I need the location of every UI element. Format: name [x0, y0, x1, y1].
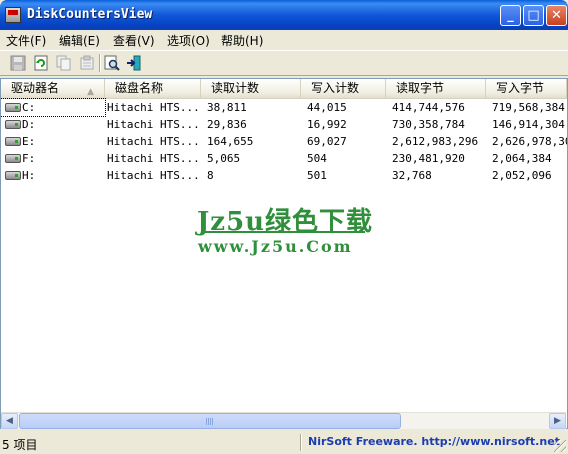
- cell-write-count: 504: [307, 152, 327, 165]
- table-row[interactable]: C: Hitachi HTS... 38,811 44,015 414,744,…: [1, 98, 567, 117]
- cell-read-count: 164,655: [207, 135, 254, 148]
- cell-write-bytes: 2,052,096: [492, 169, 552, 182]
- refresh-icon[interactable]: [33, 55, 49, 71]
- column-header-write-bytes[interactable]: 写入字节: [486, 79, 567, 98]
- cell-write-bytes: 2,626,978,304: [492, 135, 567, 148]
- find-icon[interactable]: [104, 55, 120, 71]
- cell-read-count: 5,065: [207, 152, 241, 165]
- scroll-grip: [206, 418, 214, 425]
- hard-drive-icon: [5, 120, 21, 129]
- table-row[interactable]: D: Hitachi HTS... 29,836 16,992 730,358,…: [1, 116, 567, 133]
- column-header-disk-name[interactable]: 磁盘名称: [105, 79, 201, 98]
- maximize-button[interactable]: □: [523, 5, 544, 26]
- item-count: 5 项目: [2, 438, 38, 452]
- menu-view[interactable]: 查看(V): [113, 32, 155, 49]
- menu-file[interactable]: 文件(F): [6, 32, 46, 49]
- column-header-read-count[interactable]: 读取计数: [201, 79, 301, 98]
- minimize-button[interactable]: _: [500, 5, 521, 26]
- status-bar: 5 项目 NirSoft Freeware. http://www.nirsof…: [0, 431, 568, 454]
- cell-read-bytes: 2,612,983,296: [392, 135, 479, 148]
- cell-disk-name: Hitachi HTS...: [107, 101, 199, 114]
- scroll-right-arrow-icon[interactable]: ▶: [549, 413, 566, 429]
- window-title: DiskCountersView: [27, 7, 153, 22]
- cell-drive: C:: [1, 98, 106, 117]
- cell-disk-name: Hitachi HTS...: [107, 152, 199, 165]
- nirsoft-link[interactable]: NirSoft Freeware. http://www.nirsoft.net: [308, 435, 560, 448]
- column-header-read-bytes[interactable]: 读取字节: [386, 79, 486, 98]
- close-button[interactable]: ✕: [546, 5, 567, 26]
- app-icon: [5, 7, 21, 23]
- save-icon[interactable]: [10, 55, 26, 71]
- scroll-left-arrow-icon[interactable]: ◀: [1, 413, 18, 429]
- table-row[interactable]: H: Hitachi HTS... 8 501 32,768 2,052,096: [1, 167, 567, 184]
- drive-letter: H:: [22, 169, 36, 182]
- drive-letter: D:: [22, 118, 36, 131]
- toolbar: [0, 50, 568, 76]
- app-window: DiskCountersView _ □ ✕ 文件(F) 编辑(E) 查看(V)…: [0, 0, 568, 454]
- menu-options[interactable]: 选项(O): [167, 32, 210, 49]
- horizontal-scrollbar[interactable]: ◀ ▶: [1, 412, 566, 429]
- cell-write-count: 501: [307, 169, 327, 182]
- cell-read-count: 29,836: [207, 118, 247, 131]
- hard-drive-icon: [5, 137, 21, 146]
- list-header: 驱动器名 ▲ 磁盘名称 读取计数 写入计数 读取字节 写入字节: [1, 79, 567, 99]
- cell-read-bytes: 32,768: [392, 169, 432, 182]
- cell-write-bytes: 719,568,384: [492, 101, 565, 114]
- cell-drive: D:: [1, 116, 105, 133]
- cell-drive: F:: [1, 150, 105, 167]
- cell-drive: E:: [1, 133, 105, 150]
- cell-read-bytes: 230,481,920: [392, 152, 465, 165]
- properties-icon[interactable]: [79, 55, 95, 71]
- cell-write-bytes: 2,064,384: [492, 152, 552, 165]
- menu-help[interactable]: 帮助(H): [221, 32, 263, 49]
- hard-drive-icon: [5, 103, 21, 112]
- column-label: 驱动器名: [11, 81, 60, 95]
- table-row[interactable]: E: Hitachi HTS... 164,655 69,027 2,612,9…: [1, 133, 567, 150]
- drive-letter: F:: [22, 152, 36, 165]
- cell-write-count: 69,027: [307, 135, 347, 148]
- watermark-rule: [205, 231, 365, 233]
- drive-letter: C:: [22, 101, 36, 114]
- cell-write-count: 44,015: [307, 101, 347, 114]
- cell-disk-name: Hitachi HTS...: [107, 169, 199, 182]
- cell-drive: H:: [1, 167, 105, 184]
- drive-letter: E:: [22, 135, 36, 148]
- copy-icon[interactable]: [56, 55, 72, 71]
- hard-drive-icon: [5, 154, 21, 163]
- cell-disk-name: Hitachi HTS...: [107, 118, 199, 131]
- cell-read-bytes: 414,744,576: [392, 101, 465, 114]
- cell-disk-name: Hitachi HTS...: [107, 135, 199, 148]
- cell-read-count: 8: [207, 169, 214, 182]
- resize-grip-icon[interactable]: [554, 440, 566, 452]
- toolbar-separator: [99, 54, 101, 72]
- menu-edit[interactable]: 编辑(E): [59, 32, 100, 49]
- cell-read-bytes: 730,358,784: [392, 118, 465, 131]
- cell-write-count: 16,992: [307, 118, 347, 131]
- cell-read-count: 38,811: [207, 101, 247, 114]
- hard-drive-icon: [5, 171, 21, 180]
- column-header-drive[interactable]: 驱动器名 ▲: [1, 79, 105, 98]
- scroll-thumb[interactable]: [19, 413, 401, 429]
- exit-icon[interactable]: [126, 55, 142, 71]
- watermark-url: www.Jz5u.Com: [198, 237, 353, 256]
- cell-write-bytes: 146,914,304: [492, 118, 565, 131]
- column-header-write-count[interactable]: 写入计数: [301, 79, 386, 98]
- table-row[interactable]: F: Hitachi HTS... 5,065 504 230,481,920 …: [1, 150, 567, 167]
- title-bar[interactable]: DiskCountersView _ □ ✕: [0, 0, 568, 30]
- status-divider: [300, 434, 302, 451]
- sort-ascending-icon: ▲: [87, 87, 94, 97]
- menu-bar: 文件(F) 编辑(E) 查看(V) 选项(O) 帮助(H): [0, 30, 568, 49]
